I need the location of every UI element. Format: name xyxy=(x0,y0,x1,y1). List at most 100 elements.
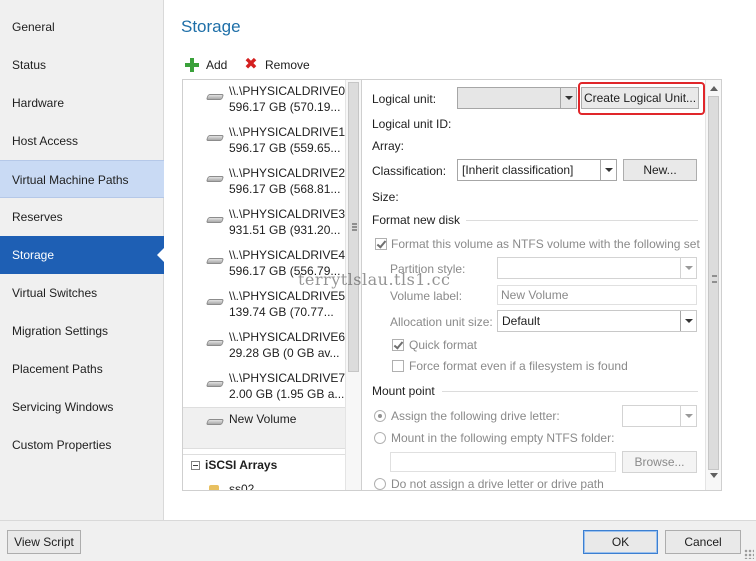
cancel-button[interactable]: Cancel xyxy=(665,530,741,554)
drive-name: \\.\PHYSICALDRIVE4 xyxy=(229,248,346,262)
drive-size: 596.17 GB (570.19... xyxy=(229,100,341,114)
nav-item-storage-label: Storage xyxy=(12,248,55,262)
grip-icon xyxy=(712,275,717,283)
scroll-up-icon[interactable] xyxy=(710,86,718,91)
quick-format-checkbox[interactable] xyxy=(392,339,404,351)
format-section-header: Format new disk xyxy=(372,213,461,227)
divider xyxy=(466,220,698,221)
grip-icon xyxy=(352,223,357,231)
drive-name: \\.\PHYSICALDRIVE0 xyxy=(229,84,346,98)
scroll-down-icon[interactable] xyxy=(710,473,718,478)
classification-dropdown[interactable]: [Inherit classification] xyxy=(457,159,617,181)
assign-letter-radio[interactable] xyxy=(374,410,386,422)
mount-folder-radio[interactable] xyxy=(374,432,386,444)
classification-value: [Inherit classification] xyxy=(462,163,574,177)
nav-item-placement-paths[interactable]: Placement Paths xyxy=(0,350,164,388)
list-item-physicaldrive6[interactable]: \\.\PHYSICALDRIVE6 29.28 GB (0 GB av... xyxy=(183,326,345,367)
drive-name: \\.\PHYSICALDRIVE7 xyxy=(229,371,346,385)
drive-name: \\.\PHYSICALDRIVE5 xyxy=(229,289,346,303)
remove-x-icon: ✖ xyxy=(244,56,258,73)
nav-item-status[interactable]: Status xyxy=(0,46,164,84)
no-letter-label: Do not assign a drive letter or drive pa… xyxy=(391,477,604,491)
logical-unit-dropdown[interactable] xyxy=(457,87,577,109)
group-label: iSCSI Arrays xyxy=(205,458,278,472)
disk-icon xyxy=(205,340,225,346)
nav-item-hardware[interactable]: Hardware xyxy=(0,84,164,122)
dialog-footer: View Script OK Cancel xyxy=(0,520,756,561)
list-item-physicaldrive5[interactable]: \\.\PHYSICALDRIVE5 139.74 GB (70.77... xyxy=(183,285,345,326)
mount-folder-label: Mount in the following empty NTFS folder… xyxy=(391,431,615,445)
highlight-annotation xyxy=(578,82,705,115)
nav-item-storage[interactable]: Storage xyxy=(0,236,165,274)
add-button[interactable]: Add xyxy=(184,55,227,75)
list-item-physicaldrive7[interactable]: \\.\PHYSICALDRIVE7 2.00 GB (1.95 GB a... xyxy=(183,367,345,408)
logical-unit-id-label: Logical unit ID: xyxy=(372,117,452,131)
chevron-down-icon xyxy=(680,258,696,278)
nav-item-general[interactable]: General xyxy=(0,8,164,46)
divider xyxy=(442,391,698,392)
disk-icon xyxy=(205,299,225,305)
disk-icon xyxy=(205,381,225,387)
disk-icon xyxy=(205,419,225,425)
chevron-down-icon xyxy=(560,88,576,108)
classification-label: Classification: xyxy=(372,164,447,178)
format-ntfs-label: Format this volume as NTFS volume with t… xyxy=(391,237,700,251)
force-format-label: Force format even if a filesystem is fou… xyxy=(409,359,628,373)
navigation-sidebar: General Status Hardware Host Access Virt… xyxy=(0,0,165,520)
list-item-physicaldrive1[interactable]: \\.\PHYSICALDRIVE1 596.17 GB (559.65... xyxy=(183,121,345,162)
nav-item-custom-properties[interactable]: Custom Properties xyxy=(0,426,164,464)
view-script-button[interactable]: View Script xyxy=(7,530,81,554)
list-item-physicaldrive2[interactable]: \\.\PHYSICALDRIVE2 596.17 GB (568.81... xyxy=(183,162,345,203)
iscsi-arrays-group[interactable]: iSCSI Arrays xyxy=(183,454,345,476)
drive-size: 596.17 GB (568.81... xyxy=(229,182,341,196)
force-format-checkbox[interactable] xyxy=(392,360,404,372)
drive-size: 29.28 GB (0 GB av... xyxy=(229,346,340,360)
nav-item-host-access[interactable]: Host Access xyxy=(0,122,164,160)
disk-icon xyxy=(205,258,225,264)
collapse-icon[interactable] xyxy=(191,461,200,470)
mount-point-section-header: Mount point xyxy=(372,384,435,398)
logical-unit-label: Logical unit: xyxy=(372,92,437,106)
drive-size: 931.51 GB (931.20... xyxy=(229,223,341,237)
remove-button[interactable]: ✖ Remove xyxy=(243,55,309,75)
nav-item-virtual-switches[interactable]: Virtual Switches xyxy=(0,274,164,312)
list-item-physicaldrive3[interactable]: \\.\PHYSICALDRIVE3 931.51 GB (931.20... xyxy=(183,203,345,244)
allocation-unit-dropdown[interactable]: Default xyxy=(497,310,697,332)
disk-icon xyxy=(205,94,225,100)
quick-format-label: Quick format xyxy=(409,338,478,352)
drive-name: \\.\PHYSICALDRIVE3 xyxy=(229,207,346,221)
disk-icon xyxy=(205,217,225,223)
resize-grip-icon[interactable] xyxy=(744,549,754,559)
drive-letter-dropdown[interactable] xyxy=(622,405,697,427)
no-letter-radio[interactable] xyxy=(374,478,386,490)
properties-scrollbar[interactable] xyxy=(705,80,721,490)
properties-scrollbar-thumb[interactable] xyxy=(708,96,719,470)
list-scrollbar-thumb[interactable] xyxy=(348,82,359,372)
disk-icon xyxy=(205,135,225,141)
mount-folder-input[interactable] xyxy=(390,452,616,472)
volume-label-label: Volume label: xyxy=(390,289,463,303)
new-classification-button[interactable]: New... xyxy=(623,159,697,181)
ok-button[interactable]: OK xyxy=(583,530,658,554)
nav-item-servicing-windows[interactable]: Servicing Windows xyxy=(0,388,164,426)
nav-item-migration-settings[interactable]: Migration Settings xyxy=(0,312,164,350)
drive-name: \\.\PHYSICALDRIVE2 xyxy=(229,166,346,180)
page-title: Storage xyxy=(181,17,241,36)
drive-size: 2.00 GB (1.95 GB a... xyxy=(229,387,345,401)
drive-size: 596.17 GB (559.65... xyxy=(229,141,341,155)
array-name: ss02 xyxy=(229,482,255,491)
nav-item-virtual-machine-paths[interactable]: Virtual Machine Paths xyxy=(0,160,164,198)
format-ntfs-checkbox[interactable] xyxy=(375,238,387,250)
add-button-label: Add xyxy=(206,58,228,72)
drive-size: 139.74 GB (70.77... xyxy=(229,305,334,319)
browse-button[interactable]: Browse... xyxy=(622,451,697,473)
partition-style-dropdown[interactable] xyxy=(497,257,697,279)
allocation-unit-value: Default xyxy=(502,314,541,328)
chevron-down-icon xyxy=(680,311,696,331)
list-item-new-volume[interactable]: New Volume xyxy=(183,407,345,449)
list-item-physicaldrive0[interactable]: \\.\PHYSICALDRIVE0 596.17 GB (570.19... xyxy=(183,80,345,121)
volume-label-input[interactable]: New Volume xyxy=(497,285,697,305)
array-label: Array: xyxy=(372,139,405,153)
nav-item-reserves[interactable]: Reserves xyxy=(0,198,164,236)
drive-name: \\.\PHYSICALDRIVE1 xyxy=(229,125,346,139)
